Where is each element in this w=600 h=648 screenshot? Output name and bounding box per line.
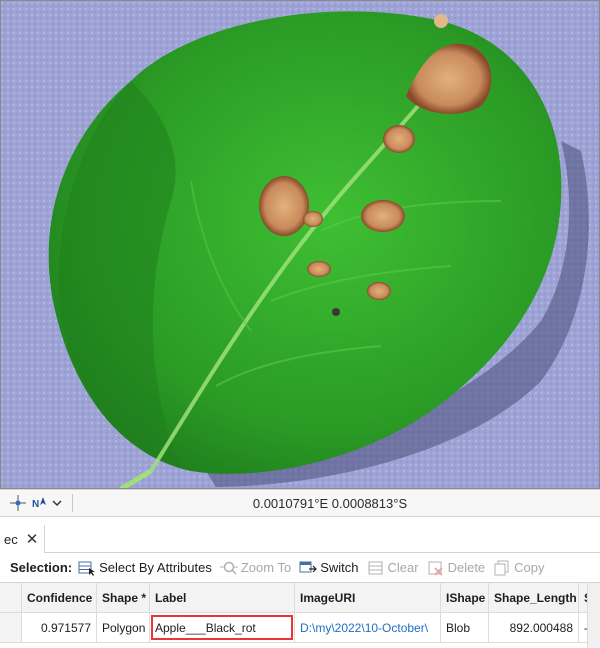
select-by-attributes-button[interactable]: Select By Attributes <box>78 560 212 576</box>
zoom-to-icon <box>219 561 238 575</box>
delete-button[interactable]: Delete <box>427 560 486 576</box>
tab-label: ec <box>4 531 18 547</box>
column-header-imageuri[interactable]: ImageURI <box>295 583 441 613</box>
map-status-bar: N 0.0010791°E 0.0008813°S <box>0 489 600 517</box>
cell-ishape[interactable]: Blob <box>441 613 489 643</box>
cell-imageuri-link[interactable]: D:\my\2022\10-October\ <box>295 613 441 643</box>
selection-label: Selection: <box>10 560 73 575</box>
cell-confidence[interactable]: 0.971577 <box>22 613 97 643</box>
column-header-shape-length[interactable]: Shape_Length <box>489 583 579 613</box>
zoom-to-button[interactable]: Zoom To <box>219 560 292 576</box>
copy-label: Copy <box>514 560 545 575</box>
tab-attribute-table[interactable]: ec ✕ <box>0 525 46 553</box>
cell-label-text: Apple___Black_rot <box>155 620 256 635</box>
zoom-to-label: Zoom To <box>240 560 292 575</box>
close-icon[interactable]: ✕ <box>26 530 39 548</box>
table-row[interactable]: 0.971577 Polygon Apple___Black_rot D:\my… <box>0 613 600 643</box>
column-header-confidence[interactable]: Confidence <box>22 583 97 613</box>
table-tab-strip: ec ✕ <box>0 517 600 553</box>
switch-icon <box>299 561 318 572</box>
select-by-attributes-label: Select By Attributes <box>99 560 212 575</box>
column-header-label[interactable]: Label <box>150 583 295 613</box>
clear-icon <box>368 561 382 574</box>
row-selector[interactable] <box>0 613 22 643</box>
column-header-shape[interactable]: Shape * <box>97 583 150 613</box>
copy-button[interactable]: Copy <box>493 560 545 576</box>
copy-icon <box>494 560 509 575</box>
attribute-table: Confidence Shape * Label ImageURI IShape… <box>0 583 600 648</box>
table-toolbar: Selection: Select By Attributes Zoom To … <box>0 553 600 583</box>
leaf-image <box>1 1 599 488</box>
coordinate-readout: 0.0010791°E 0.0008813°S <box>252 496 408 511</box>
table-select-icon <box>78 561 96 576</box>
column-header-ishape[interactable]: IShape <box>441 583 489 613</box>
clear-button[interactable]: Clear <box>367 560 419 576</box>
cell-shape[interactable]: Polygon <box>97 613 150 643</box>
cell-shape-length[interactable]: 892.000488 <box>489 613 579 643</box>
delete-icon <box>428 561 443 576</box>
table-header-row: Confidence Shape * Label ImageURI IShape… <box>0 583 600 613</box>
delete-label: Delete <box>447 560 486 575</box>
cell-label[interactable]: Apple___Black_rot <box>150 613 295 643</box>
vertical-scrollbar[interactable] <box>587 583 600 648</box>
row-selector-header <box>0 583 22 613</box>
switch-label: Switch <box>320 560 359 575</box>
switch-button[interactable]: Switch <box>299 560 359 576</box>
map-view[interactable] <box>0 0 600 489</box>
clear-label: Clear <box>387 560 419 575</box>
